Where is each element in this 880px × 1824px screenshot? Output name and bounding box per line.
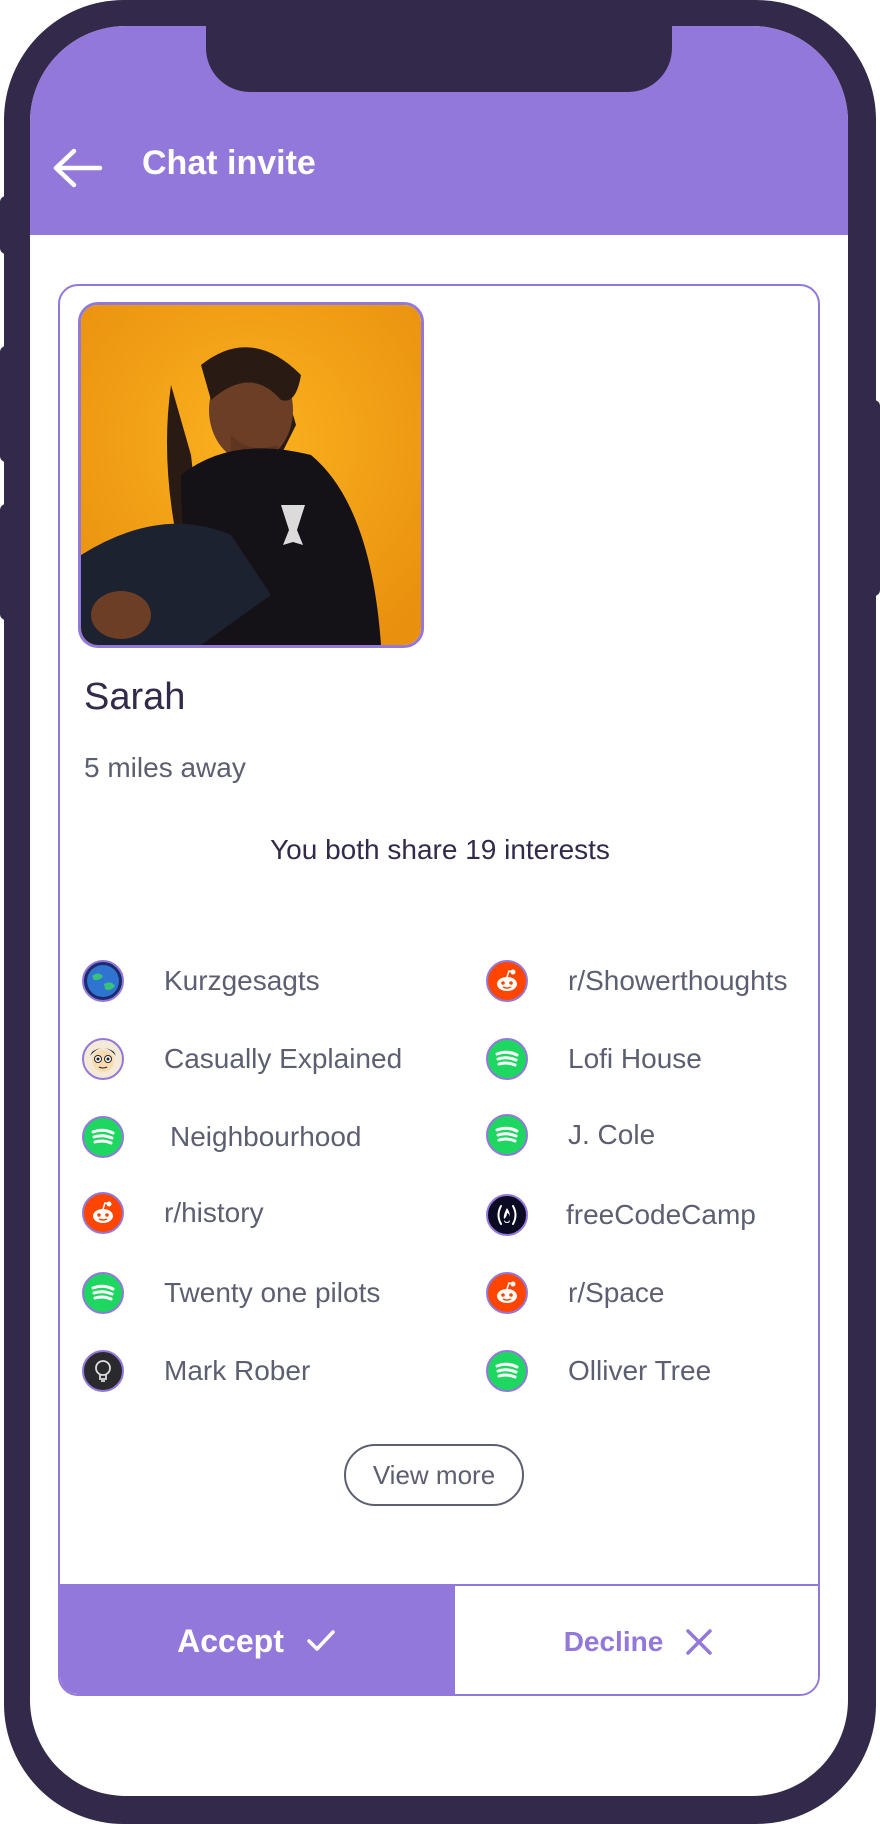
screen: Chat invite Sarah 5 miles away You both … — [30, 26, 848, 1796]
interest-label: r/Space — [568, 1277, 665, 1308]
interest-item[interactable]: r/history — [82, 1190, 264, 1236]
spotify-icon — [486, 1114, 528, 1156]
interest-label: Mark Rober — [164, 1355, 311, 1386]
interest-label: Olliver Tree — [568, 1355, 712, 1386]
interest-item[interactable]: r/Space — [486, 1270, 665, 1316]
interest-item[interactable]: r/Showerthoughts — [486, 958, 787, 1004]
interest-item[interactable]: Olliver Tree — [486, 1348, 711, 1394]
side-button — [868, 400, 880, 596]
interest-label: Twenty one pilots — [164, 1277, 381, 1308]
spotify-icon — [82, 1116, 124, 1158]
lightbulb-icon — [82, 1350, 124, 1392]
interest-item[interactable]: Lofi House — [486, 1036, 702, 1082]
interest-label: Casually Explained — [164, 1043, 403, 1074]
accept-button[interactable]: Accept — [60, 1584, 453, 1694]
decline-button[interactable]: Decline — [453, 1584, 818, 1694]
app-header: Chat invite — [30, 26, 848, 235]
reddit-icon — [486, 960, 528, 1002]
side-button — [0, 196, 12, 254]
profile-photo — [78, 302, 424, 648]
accept-label: Accept — [177, 1622, 284, 1659]
interest-label: r/history — [164, 1197, 264, 1228]
interest-label: Kurzgesagts — [164, 965, 320, 996]
interest-label: freeCodeCamp — [566, 1199, 756, 1230]
interest-item[interactable]: Kurzgesagts — [82, 958, 320, 1004]
reddit-icon — [486, 1272, 528, 1314]
side-button — [0, 346, 12, 462]
interest-item[interactable]: J. Cole — [486, 1112, 655, 1158]
profile-name: Sarah — [84, 676, 186, 718]
interest-item[interactable]: Casually Explained — [82, 1036, 402, 1082]
interest-label: Neighbourhood — [170, 1121, 362, 1152]
arrow-left-icon[interactable] — [52, 146, 104, 190]
interest-item[interactable]: Twenty one pilots — [82, 1270, 380, 1316]
profile-distance: 5 miles away — [84, 752, 246, 783]
phone-notch — [206, 26, 672, 92]
cartoon-face-icon — [82, 1038, 124, 1080]
close-icon — [686, 1629, 713, 1655]
interest-label: J. Cole — [568, 1119, 656, 1150]
spotify-icon — [82, 1272, 124, 1314]
interest-label: r/Showerthoughts — [568, 965, 788, 996]
checkmark-icon — [307, 1630, 335, 1651]
side-button — [0, 504, 12, 620]
invite-card: Sarah 5 miles away You both share 19 int… — [58, 284, 820, 1696]
interest-item[interactable]: Mark Rober — [82, 1348, 310, 1394]
shared-interests-count: You both share 19 interests — [270, 834, 610, 865]
spotify-icon — [486, 1038, 528, 1080]
decline-label: Decline — [563, 1626, 664, 1657]
spotify-icon — [486, 1350, 528, 1392]
reddit-icon — [82, 1192, 124, 1234]
view-more-button[interactable]: View more — [344, 1444, 524, 1506]
interest-item[interactable]: Neighbourhood — [82, 1114, 362, 1160]
interest-label: Lofi House — [568, 1043, 702, 1074]
flame-icon — [486, 1194, 528, 1236]
page-title: Chat invite — [142, 144, 316, 182]
interest-item[interactable]: freeCodeCamp — [486, 1192, 756, 1238]
earth-icon — [82, 960, 124, 1002]
